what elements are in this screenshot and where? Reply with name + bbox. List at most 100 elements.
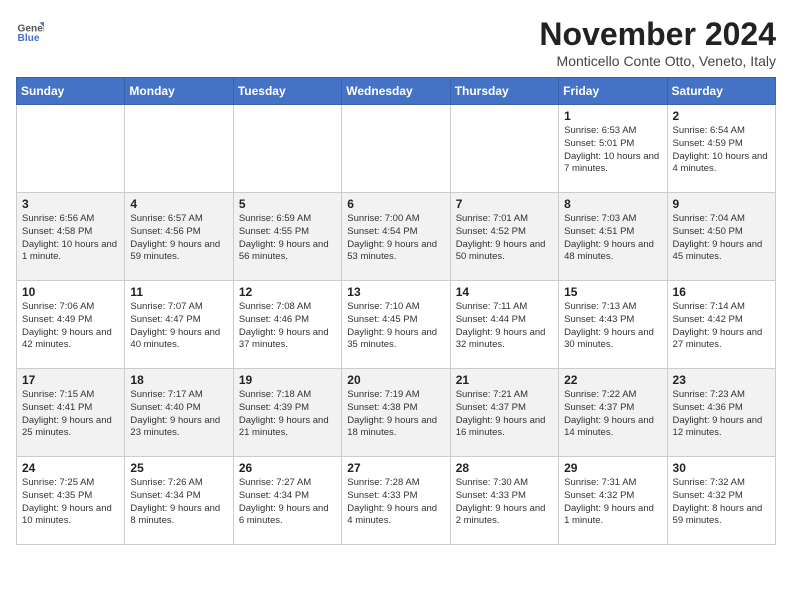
- day-info: Sunrise: 7:25 AM Sunset: 4:35 PM Dayligh…: [22, 477, 119, 528]
- day-info: Sunrise: 7:07 AM Sunset: 4:47 PM Dayligh…: [130, 301, 227, 352]
- weekday-header-friday: Friday: [559, 78, 667, 105]
- day-info: Sunrise: 7:21 AM Sunset: 4:37 PM Dayligh…: [456, 389, 553, 440]
- svg-text:Blue: Blue: [18, 33, 40, 44]
- day-info: Sunrise: 7:17 AM Sunset: 4:40 PM Dayligh…: [130, 389, 227, 440]
- day-info: Sunrise: 6:56 AM Sunset: 4:58 PM Dayligh…: [22, 213, 119, 264]
- location: Monticello Conte Otto, Veneto, Italy: [539, 53, 776, 69]
- day-info: Sunrise: 7:14 AM Sunset: 4:42 PM Dayligh…: [673, 301, 770, 352]
- calendar-week-2: 3 Sunrise: 6:56 AM Sunset: 4:58 PM Daylig…: [17, 193, 776, 281]
- calendar-cell: 16 Sunrise: 7:14 AM Sunset: 4:42 PM Dayli…: [667, 281, 775, 369]
- day-info: Sunrise: 7:10 AM Sunset: 4:45 PM Dayligh…: [347, 301, 444, 352]
- page-header: General Blue November 2024 Monticello Co…: [16, 16, 776, 69]
- day-number: 16: [673, 285, 770, 299]
- calendar-cell: 29 Sunrise: 7:31 AM Sunset: 4:32 PM Dayli…: [559, 457, 667, 545]
- calendar-cell: 10 Sunrise: 7:06 AM Sunset: 4:49 PM Dayli…: [17, 281, 125, 369]
- calendar-cell: 20Sunrise: 7:19 AM Sunset: 4:38 PM Dayli…: [342, 369, 450, 457]
- day-number: 30: [673, 461, 770, 475]
- day-info: Sunrise: 7:22 AM Sunset: 4:37 PM Dayligh…: [564, 389, 661, 440]
- calendar-body: 1 Sunrise: 6:53 AM Sunset: 5:01 PM Daylig…: [17, 105, 776, 545]
- day-number: 27: [347, 461, 444, 475]
- day-info: Sunrise: 7:01 AM Sunset: 4:52 PM Dayligh…: [456, 213, 553, 264]
- calendar-cell: 7 Sunrise: 7:01 AM Sunset: 4:52 PM Daylig…: [450, 193, 558, 281]
- day-info: Sunrise: 6:57 AM Sunset: 4:56 PM Dayligh…: [130, 213, 227, 264]
- day-number: 5: [239, 197, 336, 211]
- day-number: 11: [130, 285, 227, 299]
- day-info: Sunrise: 7:27 AM Sunset: 4:34 PM Dayligh…: [239, 477, 336, 528]
- calendar-cell: [233, 105, 341, 193]
- day-info: Sunrise: 7:03 AM Sunset: 4:51 PM Dayligh…: [564, 213, 661, 264]
- day-info: Sunrise: 6:59 AM Sunset: 4:55 PM Dayligh…: [239, 213, 336, 264]
- day-number: 22: [564, 373, 661, 387]
- day-number: 21: [456, 373, 553, 387]
- day-number: 8: [564, 197, 661, 211]
- day-number: 15: [564, 285, 661, 299]
- calendar-cell: [125, 105, 233, 193]
- day-info: Sunrise: 7:00 AM Sunset: 4:54 PM Dayligh…: [347, 213, 444, 264]
- calendar-cell: 8 Sunrise: 7:03 AM Sunset: 4:51 PM Daylig…: [559, 193, 667, 281]
- calendar-cell: 1 Sunrise: 6:53 AM Sunset: 5:01 PM Daylig…: [559, 105, 667, 193]
- calendar-cell: 19Sunrise: 7:18 AM Sunset: 4:39 PM Dayli…: [233, 369, 341, 457]
- day-number: 3: [22, 197, 119, 211]
- calendar-cell: 12Sunrise: 7:08 AM Sunset: 4:46 PM Dayli…: [233, 281, 341, 369]
- weekday-header-thursday: Thursday: [450, 78, 558, 105]
- calendar-cell: 21 Sunrise: 7:21 AM Sunset: 4:37 PM Dayli…: [450, 369, 558, 457]
- day-number: 13: [347, 285, 444, 299]
- day-number: 28: [456, 461, 553, 475]
- day-number: 24: [22, 461, 119, 475]
- day-number: 18: [130, 373, 227, 387]
- calendar-cell: 13 Sunrise: 7:10 AM Sunset: 4:45 PM Dayli…: [342, 281, 450, 369]
- calendar-table: SundayMondayTuesdayWednesdayThursdayFrid…: [16, 77, 776, 545]
- logo: General Blue: [16, 16, 48, 44]
- calendar-cell: [342, 105, 450, 193]
- logo-icon: General Blue: [16, 16, 44, 44]
- calendar-cell: 25Sunrise: 7:26 AM Sunset: 4:34 PM Dayli…: [125, 457, 233, 545]
- calendar-week-1: 1 Sunrise: 6:53 AM Sunset: 5:01 PM Daylig…: [17, 105, 776, 193]
- day-number: 23: [673, 373, 770, 387]
- calendar-week-5: 24 Sunrise: 7:25 AM Sunset: 4:35 PM Dayli…: [17, 457, 776, 545]
- day-info: Sunrise: 6:54 AM Sunset: 4:59 PM Dayligh…: [673, 125, 770, 176]
- calendar-cell: 15Sunrise: 7:13 AM Sunset: 4:43 PM Dayli…: [559, 281, 667, 369]
- calendar-cell: 28 Sunrise: 7:30 AM Sunset: 4:33 PM Dayli…: [450, 457, 558, 545]
- calendar-cell: 4 Sunrise: 6:57 AM Sunset: 4:56 PM Daylig…: [125, 193, 233, 281]
- weekday-header-monday: Monday: [125, 78, 233, 105]
- calendar-cell: 5 Sunrise: 6:59 AM Sunset: 4:55 PM Daylig…: [233, 193, 341, 281]
- weekday-header-tuesday: Tuesday: [233, 78, 341, 105]
- day-info: Sunrise: 7:28 AM Sunset: 4:33 PM Dayligh…: [347, 477, 444, 528]
- day-number: 10: [22, 285, 119, 299]
- calendar-cell: 3 Sunrise: 6:56 AM Sunset: 4:58 PM Daylig…: [17, 193, 125, 281]
- calendar-cell: 14 Sunrise: 7:11 AM Sunset: 4:44 PM Dayli…: [450, 281, 558, 369]
- title-block: November 2024 Monticello Conte Otto, Ven…: [539, 16, 776, 69]
- day-info: Sunrise: 7:31 AM Sunset: 4:32 PM Dayligh…: [564, 477, 661, 528]
- weekday-header-row: SundayMondayTuesdayWednesdayThursdayFrid…: [17, 78, 776, 105]
- calendar-cell: [450, 105, 558, 193]
- day-number: 1: [564, 109, 661, 123]
- weekday-header-saturday: Saturday: [667, 78, 775, 105]
- day-info: Sunrise: 7:11 AM Sunset: 4:44 PM Dayligh…: [456, 301, 553, 352]
- day-number: 29: [564, 461, 661, 475]
- day-number: 14: [456, 285, 553, 299]
- weekday-header-sunday: Sunday: [17, 78, 125, 105]
- day-number: 6: [347, 197, 444, 211]
- day-info: Sunrise: 7:18 AM Sunset: 4:39 PM Dayligh…: [239, 389, 336, 440]
- calendar-cell: 17Sunrise: 7:15 AM Sunset: 4:41 PM Dayli…: [17, 369, 125, 457]
- calendar-cell: 30 Sunrise: 7:32 AM Sunset: 4:32 PM Dayli…: [667, 457, 775, 545]
- day-info: Sunrise: 7:32 AM Sunset: 4:32 PM Dayligh…: [673, 477, 770, 528]
- day-info: Sunrise: 7:06 AM Sunset: 4:49 PM Dayligh…: [22, 301, 119, 352]
- day-number: 25: [130, 461, 227, 475]
- month-title: November 2024: [539, 16, 776, 53]
- day-info: Sunrise: 7:08 AM Sunset: 4:46 PM Dayligh…: [239, 301, 336, 352]
- day-info: Sunrise: 6:53 AM Sunset: 5:01 PM Dayligh…: [564, 125, 661, 176]
- day-number: 7: [456, 197, 553, 211]
- calendar-week-3: 10 Sunrise: 7:06 AM Sunset: 4:49 PM Dayli…: [17, 281, 776, 369]
- calendar-cell: 23Sunrise: 7:23 AM Sunset: 4:36 PM Dayli…: [667, 369, 775, 457]
- day-number: 17: [22, 373, 119, 387]
- day-number: 2: [673, 109, 770, 123]
- day-info: Sunrise: 7:19 AM Sunset: 4:38 PM Dayligh…: [347, 389, 444, 440]
- calendar-cell: 18 Sunrise: 7:17 AM Sunset: 4:40 PM Dayli…: [125, 369, 233, 457]
- day-info: Sunrise: 7:30 AM Sunset: 4:33 PM Dayligh…: [456, 477, 553, 528]
- calendar-cell: 11 Sunrise: 7:07 AM Sunset: 4:47 PM Dayli…: [125, 281, 233, 369]
- day-number: 4: [130, 197, 227, 211]
- calendar-cell: [17, 105, 125, 193]
- calendar-week-4: 17Sunrise: 7:15 AM Sunset: 4:41 PM Dayli…: [17, 369, 776, 457]
- day-number: 26: [239, 461, 336, 475]
